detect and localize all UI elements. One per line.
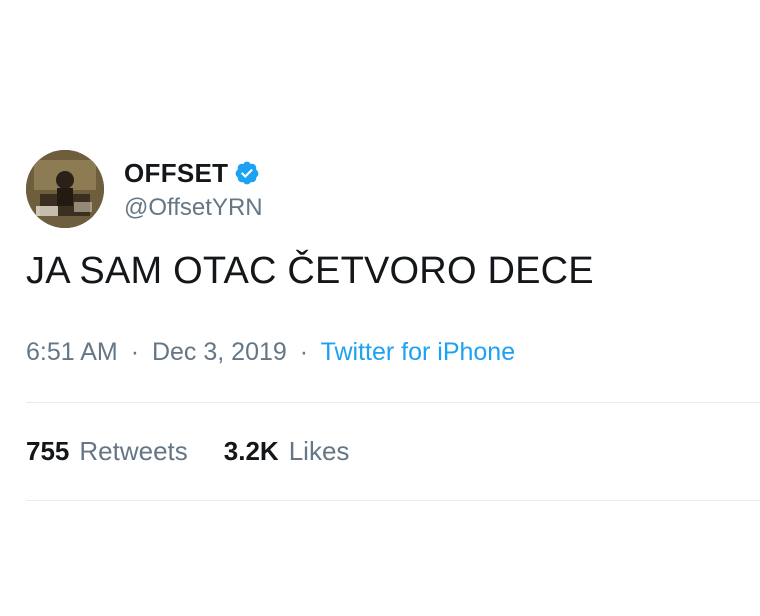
tweet-card: OFFSET @OffsetYRN JA SAM OTAC ČETVORO DE… <box>0 0 760 616</box>
author-handle[interactable]: @OffsetYRN <box>124 194 263 222</box>
display-name-row: OFFSET <box>124 156 263 190</box>
author-names: OFFSET @OffsetYRN <box>124 156 263 222</box>
likes-label: Likes <box>288 436 350 466</box>
tweet-text: JA SAM OTAC ČETVORO DECE <box>26 250 594 292</box>
likes-stat[interactable]: 3.2K Likes <box>224 436 350 467</box>
retweets-stat[interactable]: 755 Retweets <box>26 436 188 467</box>
tweet-stats: 755 Retweets 3.2K Likes <box>26 436 349 467</box>
display-name[interactable]: OFFSET <box>124 158 228 189</box>
meta-separator: · <box>130 338 140 366</box>
retweets-label: Retweets <box>79 436 188 466</box>
tweet-date[interactable]: Dec 3, 2019 <box>152 338 287 366</box>
likes-count: 3.2K <box>223 436 279 466</box>
tweet-header: OFFSET @OffsetYRN <box>26 150 263 228</box>
tweet-time[interactable]: 6:51 AM <box>26 338 118 366</box>
tweet-meta: 6:51 AM · Dec 3, 2019 · Twitter for iPho… <box>26 338 515 367</box>
tweet-source-link[interactable]: Twitter for iPhone <box>321 338 516 366</box>
divider <box>26 500 760 501</box>
avatar[interactable] <box>26 150 104 228</box>
divider <box>26 402 760 403</box>
retweets-count: 755 <box>26 436 70 466</box>
avatar-image <box>26 150 104 228</box>
meta-separator: · <box>299 338 309 366</box>
verified-badge-icon <box>234 160 260 186</box>
